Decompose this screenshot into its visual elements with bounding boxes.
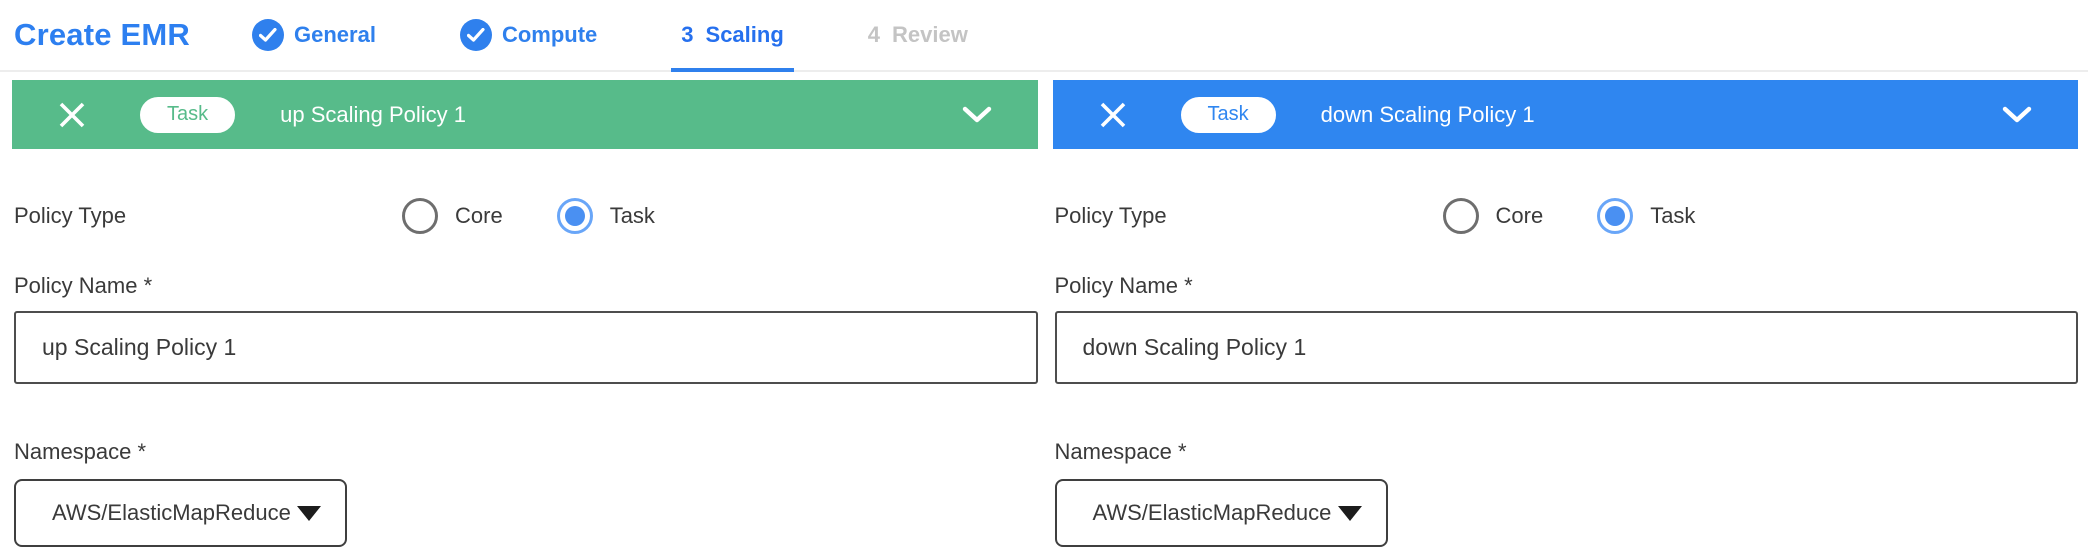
policy-name-label: Policy Name * <box>14 273 1038 299</box>
scale-down-policy-form: Policy Type Core Task Policy Name * Name… <box>1053 199 2079 547</box>
policy-name-input[interactable] <box>1055 311 2079 384</box>
tab-general[interactable]: General <box>242 0 386 70</box>
chevron-down-icon[interactable] <box>962 106 992 124</box>
namespace-select[interactable]: AWS/ElasticMapReduce <box>14 479 347 547</box>
tab-compute[interactable]: Compute <box>450 0 607 70</box>
tab-review-number: 4 <box>868 22 880 48</box>
policy-bar-title: up Scaling Policy 1 <box>280 102 466 128</box>
dropdown-caret-icon <box>1338 506 1362 521</box>
namespace-select[interactable]: AWS/ElasticMapReduce <box>1055 479 1388 547</box>
radio-core[interactable]: Core <box>402 198 503 234</box>
policy-type-label: Policy Type <box>14 203 402 229</box>
radio-task-label: Task <box>610 203 655 229</box>
policy-name-input[interactable] <box>14 311 1038 384</box>
radio-core-label: Core <box>455 203 503 229</box>
tab-scaling-number: 3 <box>681 22 693 48</box>
tab-general-label: General <box>294 22 376 48</box>
policy-type-row: Policy Type Core Task <box>1055 199 2079 233</box>
scale-down-policy-panel: Task down Scaling Policy 1 Policy Type C… <box>1053 80 2079 547</box>
wizard-steps: General Compute 3 Scaling 4 Review <box>242 0 1042 70</box>
check-icon <box>460 19 492 51</box>
policy-type-row: Policy Type Core Task <box>14 199 1038 233</box>
policy-name-label: Policy Name * <box>1055 273 2079 299</box>
policy-type-badge: Task <box>140 97 235 133</box>
chevron-down-icon[interactable] <box>2002 106 2032 124</box>
tab-scaling-label: Scaling <box>706 22 784 48</box>
namespace-selected-value: AWS/ElasticMapReduce <box>52 500 297 526</box>
radio-task-label: Task <box>1650 203 1695 229</box>
radio-core-label: Core <box>1496 203 1544 229</box>
policy-type-radio-group: Core Task <box>402 198 709 234</box>
tab-review-label: Review <box>892 22 968 48</box>
radio-core-control[interactable] <box>1443 198 1479 234</box>
scale-up-policy-form: Policy Type Core Task Policy Name * Name… <box>12 199 1038 547</box>
radio-task[interactable]: Task <box>1597 198 1695 234</box>
policy-type-badge: Task <box>1181 97 1276 133</box>
scale-down-policy-header[interactable]: Task down Scaling Policy 1 <box>1053 80 2079 149</box>
radio-core[interactable]: Core <box>1443 198 1544 234</box>
policy-type-label: Policy Type <box>1055 203 1443 229</box>
namespace-label: Namespace * <box>1055 439 2079 465</box>
radio-task-control[interactable] <box>1597 198 1633 234</box>
tab-review[interactable]: 4 Review <box>858 0 978 70</box>
scale-up-policy-header[interactable]: Task up Scaling Policy 1 <box>12 80 1038 149</box>
wizard-header: Create EMR General Compute 3 Scaling 4 R… <box>0 0 2088 72</box>
tab-compute-label: Compute <box>502 22 597 48</box>
tab-scaling[interactable]: 3 Scaling <box>671 0 794 70</box>
policy-bar-title: down Scaling Policy 1 <box>1321 102 1535 128</box>
check-icon <box>252 19 284 51</box>
policy-type-radio-group: Core Task <box>1443 198 1750 234</box>
close-icon[interactable] <box>1097 99 1129 131</box>
radio-task-control[interactable] <box>557 198 593 234</box>
close-icon[interactable] <box>56 99 88 131</box>
radio-task[interactable]: Task <box>557 198 655 234</box>
radio-core-control[interactable] <box>402 198 438 234</box>
namespace-label: Namespace * <box>14 439 1038 465</box>
dropdown-caret-icon <box>297 506 321 521</box>
page-title: Create EMR <box>14 17 190 53</box>
scaling-policies-container: Task up Scaling Policy 1 Policy Type Cor… <box>0 72 2088 547</box>
scale-up-policy-panel: Task up Scaling Policy 1 Policy Type Cor… <box>12 80 1038 547</box>
namespace-selected-value: AWS/ElasticMapReduce <box>1093 500 1338 526</box>
